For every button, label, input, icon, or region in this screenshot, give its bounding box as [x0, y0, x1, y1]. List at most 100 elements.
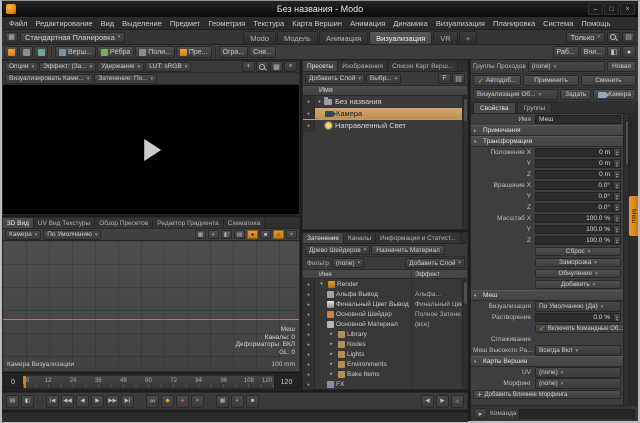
preview-options-icon[interactable]: [270, 61, 283, 72]
menu-texture[interactable]: Текстура: [249, 19, 288, 28]
layer-name[interactable]: Финальный Цвет Вывод: [336, 301, 409, 308]
layer-effect[interactable]: [411, 369, 467, 379]
tab-info-stats[interactable]: Информация и Статист...: [376, 233, 461, 243]
play-button[interactable]: [91, 395, 104, 408]
render-open-dropdown[interactable]: Визуализация Об...: [473, 89, 558, 100]
layer-name[interactable]: FX: [336, 381, 344, 388]
list-item-camera[interactable]: Камера: [303, 108, 467, 120]
symmetry-icon[interactable]: [607, 46, 621, 58]
filter-dropdown[interactable]: (none): [332, 258, 364, 268]
tree-mode-dropdown[interactable]: Древо Шейдеров: [305, 245, 370, 255]
expand-icon[interactable]: ▸: [327, 351, 336, 357]
ghost-mode-icon[interactable]: [260, 230, 271, 239]
zero-button[interactable]: Обнуление: [535, 269, 621, 278]
spinner-icon[interactable]: [614, 214, 621, 223]
mesh-section[interactable]: Меш: [471, 290, 623, 301]
visibility-eye-icon[interactable]: [303, 329, 315, 339]
viewport-canvas[interactable]: Камера Визуализации Меш Каналы: 0 Деформ…: [3, 241, 299, 371]
visibility-eye-icon[interactable]: [303, 349, 315, 359]
lighting-icon[interactable]: [273, 230, 284, 239]
tab-images[interactable]: Изображения: [338, 61, 388, 71]
item-mode-icon[interactable]: [4, 46, 18, 58]
expand-icon[interactable]: ▸: [327, 371, 336, 377]
layer-effect[interactable]: [411, 379, 467, 389]
action-center-icon[interactable]: [622, 46, 636, 58]
channel-haul-icon[interactable]: [216, 395, 229, 408]
visibility-eye-icon[interactable]: [303, 120, 315, 131]
new-pass-group-button[interactable]: Новая: [607, 61, 636, 72]
visibility-eye-icon[interactable]: [303, 96, 315, 107]
anim-options-icon[interactable]: [231, 395, 244, 408]
layer-effect[interactable]: [411, 339, 467, 349]
layer-effect[interactable]: [411, 329, 467, 339]
dissolve-field[interactable]: 0.0 %: [535, 313, 614, 322]
name-field[interactable]: Меш: [535, 115, 621, 124]
name-column-header[interactable]: Имя: [303, 87, 333, 94]
timeline-scroll-right[interactable]: [436, 395, 449, 408]
menu-view[interactable]: Вид: [97, 19, 119, 28]
visibility-eye-icon[interactable]: [303, 299, 315, 309]
set-button[interactable]: Задать: [560, 89, 591, 100]
camera-button[interactable]: Камера: [593, 89, 636, 100]
spinner-icon[interactable]: [614, 181, 621, 190]
tab-gradient-editor[interactable]: Редактор Градиента: [153, 218, 223, 228]
tree-row-lights[interactable]: ▸Lights: [303, 349, 467, 359]
visibility-eye-icon[interactable]: [303, 108, 315, 119]
tab-schematic[interactable]: Схематика: [224, 218, 266, 228]
select-dropdown[interactable]: Выбр...: [366, 74, 401, 84]
center-icon[interactable]: [34, 46, 48, 58]
viewport-style-dropdown[interactable]: По Умолчанию: [43, 230, 101, 240]
transport-settings-icon[interactable]: [451, 395, 464, 408]
visibility-eye-icon[interactable]: [303, 289, 315, 299]
spinner-icon[interactable]: [614, 192, 621, 201]
layer-effect[interactable]: Полное Затене...: [411, 309, 467, 319]
visibility-eye-icon[interactable]: [303, 279, 315, 289]
layout-grid-icon[interactable]: [5, 32, 18, 43]
list-item-scene[interactable]: ▾ Без названия: [303, 96, 467, 108]
pivot-icon[interactable]: [19, 46, 33, 58]
play-icon[interactable]: [144, 139, 161, 161]
visibility-eye-icon[interactable]: [303, 309, 315, 319]
command-history-icon[interactable]: [474, 408, 487, 419]
tab-3d-view[interactable]: 3D Вид: [3, 218, 34, 228]
shading-mode-icon[interactable]: [208, 230, 219, 239]
tree-row-nodes[interactable]: ▸Nodes: [303, 339, 467, 349]
visibility-eye-icon[interactable]: [303, 319, 315, 329]
tab-render[interactable]: Визуализация: [369, 31, 432, 44]
layer-name[interactable]: Environments: [347, 361, 387, 368]
snap-button[interactable]: Сня...: [249, 46, 276, 58]
list-options-icon[interactable]: [622, 32, 635, 43]
visibility-dropdown[interactable]: По Умолчанию (Да): [535, 301, 621, 312]
layer-name[interactable]: Nodes: [347, 341, 366, 348]
tab-preset-browser[interactable]: Обзор Пресетов: [95, 218, 153, 228]
menu-help[interactable]: Помощь: [577, 19, 614, 28]
position-z-field[interactable]: 0 m: [535, 170, 614, 179]
add-key-button[interactable]: [161, 395, 174, 408]
preview-shading-dropdown[interactable]: Затенение: По...: [94, 74, 157, 84]
pass-groups-dropdown[interactable]: (none): [528, 61, 605, 72]
list-item-light[interactable]: Направленный Свет: [303, 120, 467, 132]
name-column-header[interactable]: Имя: [303, 271, 411, 278]
menu-render[interactable]: Визуализация: [432, 19, 489, 28]
layer-name[interactable]: Bake Items: [347, 371, 380, 378]
auto-visibility-icon[interactable]: [247, 230, 258, 239]
spinner-icon[interactable]: [614, 225, 621, 234]
reset-button[interactable]: Сброс: [535, 247, 621, 256]
filter-icon[interactable]: [438, 73, 451, 84]
add-item-dropdown[interactable]: Добавить Слой: [305, 74, 365, 84]
viewport-close-icon[interactable]: [286, 230, 297, 239]
timeline-ruler[interactable]: 0 12 24 36 48 60 72 84 96 108 120: [23, 375, 274, 389]
tab-presets[interactable]: Пресеты: [303, 61, 338, 71]
layer-effect[interactable]: Альфа...: [411, 289, 467, 299]
delete-key-button[interactable]: [191, 395, 204, 408]
vertices-mode-button[interactable]: Верш...: [55, 46, 96, 58]
list-view-icon[interactable]: [452, 73, 465, 84]
preview-hold-dropdown[interactable]: Удержание: [97, 62, 144, 72]
tab-model[interactable]: Модель: [277, 31, 318, 44]
collapse-icon[interactable]: ▾: [317, 281, 326, 287]
tree-row-alpha-output[interactable]: Альфа Вывод Альфа...: [303, 289, 467, 299]
tab-vr[interactable]: VR: [433, 31, 457, 44]
graph-editor-icon[interactable]: [246, 395, 259, 408]
tab-channels[interactable]: Каналы: [344, 233, 376, 243]
tree-row-base-shader[interactable]: Основной Шейдер Полное Затене...: [303, 309, 467, 319]
